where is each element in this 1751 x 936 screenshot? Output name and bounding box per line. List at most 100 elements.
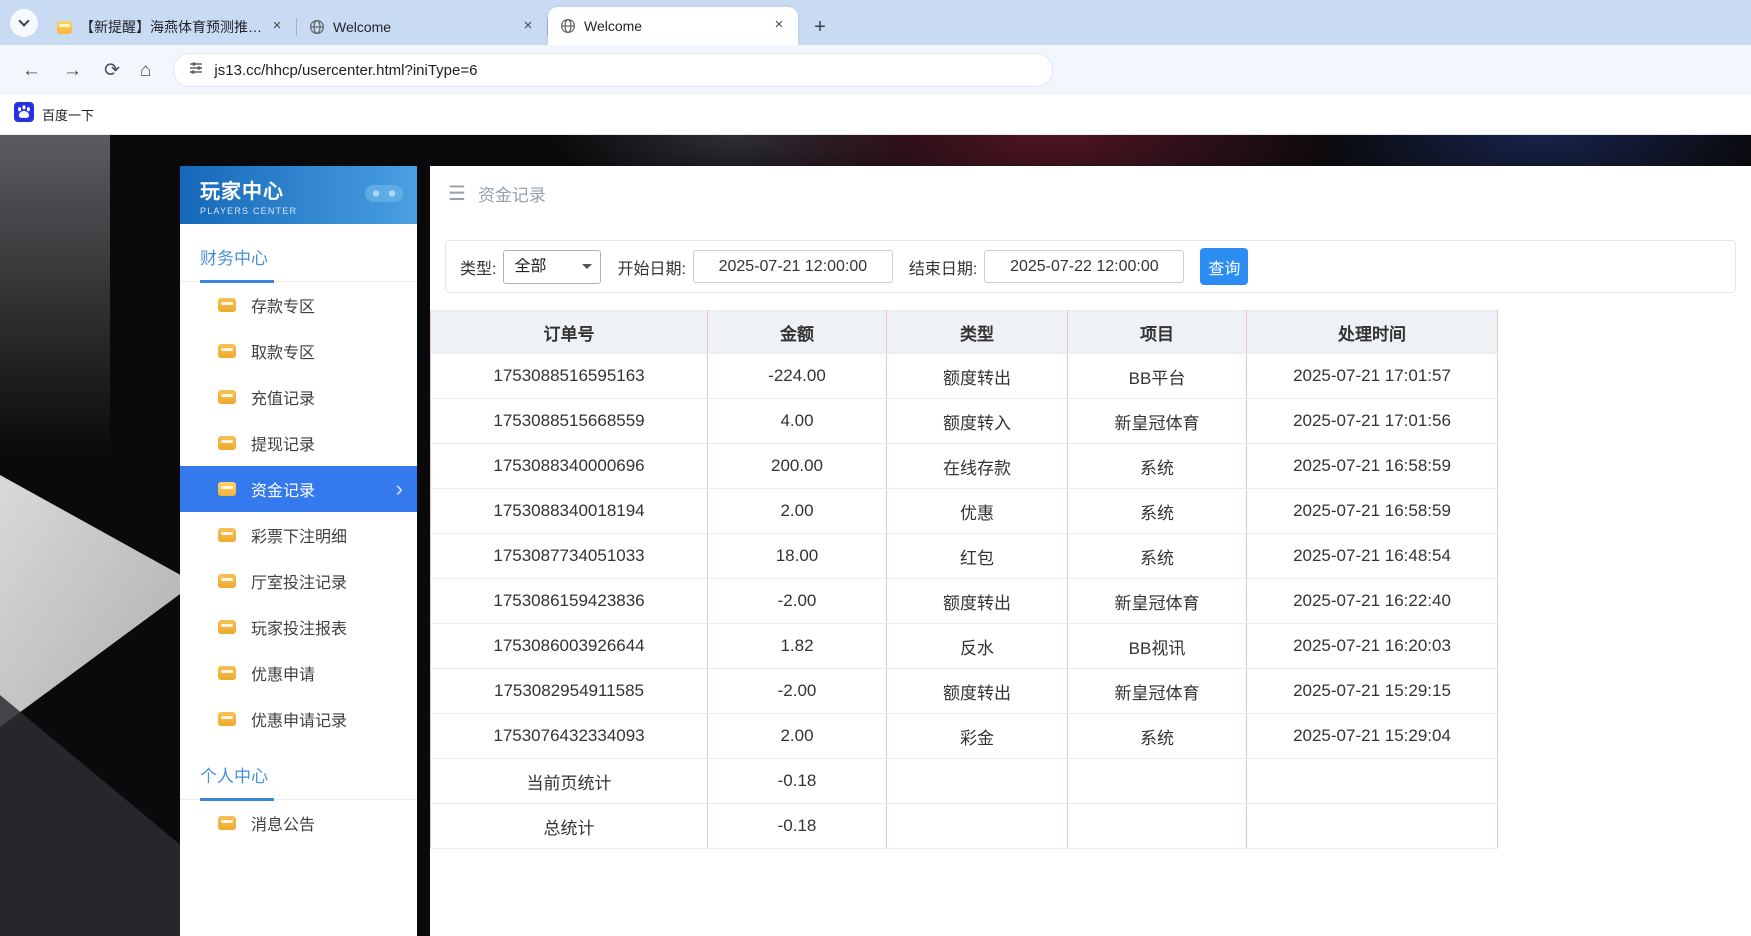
background-shape [0,135,110,455]
table-cell: 系统 [1068,489,1247,534]
sidebar-item-withdrawal-records[interactable]: 提现记录 [180,420,417,466]
table-cell [887,804,1068,849]
sidebar-item-label: 优惠申请 [251,661,315,685]
start-date-input[interactable] [693,250,893,283]
table-cell: BB平台 [1068,354,1247,399]
fund-icon [218,482,236,496]
table-cell: 4.00 [708,399,887,444]
sidebar-item-label: 彩票下注明细 [251,523,347,547]
sidebar-item-label: 玩家投注报表 [251,615,347,639]
table-cell: 2025-07-21 15:29:15 [1247,669,1498,714]
sidebar-item-message-board[interactable]: 消息公告 [180,800,417,846]
table-row: 总统计-0.18 [431,804,1498,849]
table-cell: 优惠 [887,489,1068,534]
menu-toggle-icon[interactable]: ☰ [448,181,466,206]
table-cell: 1753086003926644 [431,624,708,669]
sidebar-item-label: 消息公告 [251,811,315,835]
sidebar-item-recharge-records[interactable]: 充值记录 [180,374,417,420]
table-row: 175308773405103318.00红包系统2025-07-21 16:4… [431,534,1498,579]
table-cell: 2025-07-21 16:58:59 [1247,444,1498,489]
table-cell: 反水 [887,624,1068,669]
table-cell: 2025-07-21 17:01:57 [1247,354,1498,399]
filter-bar: 类型: 全部 开始日期: 结束日期: 查询 [445,240,1736,293]
sidebar-item-withdraw-zone[interactable]: 取款专区 [180,328,417,374]
table-cell: 1753086159423836 [431,579,708,624]
main-header: ☰ 资金记录 [430,166,1751,220]
new-tab-button[interactable]: + [806,13,834,41]
sidebar-item-promo-apply[interactable]: 优惠申请 [180,650,417,696]
page-background: 玩家中心 PLAYERS CENTER 财务中心存款专区取款专区充值记录提现记录… [0,135,1751,936]
sidebar-item-label: 充值记录 [251,385,315,409]
back-button[interactable]: ← [22,61,41,80]
sidebar-item-hall-bet-records[interactable]: 厅室投注记录 [180,558,417,604]
site-settings-icon[interactable] [188,60,204,81]
table-row: 1753088516595163-224.00额度转出BB平台2025-07-2… [431,354,1498,399]
table-row: 1753088340000696200.00在线存款系统2025-07-21 1… [431,444,1498,489]
end-date-input[interactable] [984,250,1184,283]
refresh-button[interactable]: ⟳ [104,61,120,80]
sidebar-item-player-bet-report[interactable]: 玩家投注报表 [180,604,417,650]
sidebar-section-label: 个人中心 [180,742,417,800]
sidebar-item-lottery-bet-details[interactable]: 彩票下注明细 [180,512,417,558]
tab-1[interactable]: 【新提醒】海燕体育预测推荐区 × [44,9,296,45]
bookmark-baidu[interactable]: 百度一下 [14,102,94,127]
table-cell: 2025-07-21 16:48:54 [1247,534,1498,579]
table-cell: 当前页统计 [431,759,708,804]
table-cell: 2025-07-21 16:22:40 [1247,579,1498,624]
bell-icon [218,816,236,830]
table-cell: 2.00 [708,714,887,759]
sidebar-item-deposit-zone[interactable]: 存款专区 [180,282,417,328]
close-icon[interactable]: × [770,17,788,35]
table-cell: 彩金 [887,714,1068,759]
sidebar-item-label: 提现记录 [251,431,315,455]
sidebar-item-label: 资金记录 [251,477,315,501]
screen: 【新提醒】海燕体育预测推荐区 × Welcome × Welcome × + ←… [0,0,1751,936]
table-cell: -224.00 [708,354,887,399]
type-select[interactable]: 全部 [503,250,601,284]
url-bar[interactable]: js13.cc/hhcp/usercenter.html?iniType=6 [173,53,1053,87]
main-panel: ☰ 资金记录 类型: 全部 开始日期: 结束日期: 查询 [430,166,1751,936]
table-cell: 1753076432334093 [431,714,708,759]
table-cell: 18.00 [708,534,887,579]
query-button[interactable]: 查询 [1200,248,1248,285]
tab-3-active[interactable]: Welcome × [548,7,798,45]
table-cell: -2.00 [708,669,887,714]
folder-icon [56,19,72,35]
baidu-icon [14,102,34,127]
table-cell: 额度转出 [887,669,1068,714]
home-button[interactable]: ⌂ [140,61,151,80]
table-cell: 额度转入 [887,399,1068,444]
chevron-right-icon: › [396,478,403,500]
hall-list-icon [218,574,236,588]
tab-search-button[interactable] [10,9,38,37]
table-cell: 系统 [1068,534,1247,579]
sidebar-item-fund-records[interactable]: 资金记录 › [180,466,417,512]
table-row: 当前页统计-0.18 [431,759,1498,804]
table-cell: 1753088340018194 [431,489,708,534]
table-row: 17530860039266441.82反水BB视讯2025-07-21 16:… [431,624,1498,669]
column-header: 处理时间 [1247,311,1498,354]
end-date-label: 结束日期: [909,255,977,279]
close-icon[interactable]: × [268,18,286,36]
table-cell: -0.18 [708,759,887,804]
table-cell: 2025-07-21 16:58:59 [1247,489,1498,534]
tab-2[interactable]: Welcome × [297,9,547,45]
forward-button[interactable]: → [63,61,82,80]
table-cell: 2025-07-21 17:01:56 [1247,399,1498,444]
globe-icon [309,19,325,35]
sidebar-item-label: 优惠申请记录 [251,707,347,731]
table-cell: 2025-07-21 15:29:04 [1247,714,1498,759]
table-cell [1068,804,1247,849]
withdraw-wallet-icon [218,344,236,358]
lottery-list-icon [218,528,236,542]
report-icon [218,620,236,634]
sidebar-item-label: 存款专区 [251,293,315,317]
table-cell: 1753088516595163 [431,354,708,399]
sidebar-item-promo-apply-records[interactable]: 优惠申请记录 [180,696,417,742]
table-cell: 总统计 [431,804,708,849]
globe-icon [560,18,576,34]
url-text: js13.cc/hhcp/usercenter.html?iniType=6 [214,62,477,79]
column-header: 金额 [708,311,887,354]
sidebar-header: 玩家中心 PLAYERS CENTER [180,166,417,224]
close-icon[interactable]: × [519,18,537,36]
